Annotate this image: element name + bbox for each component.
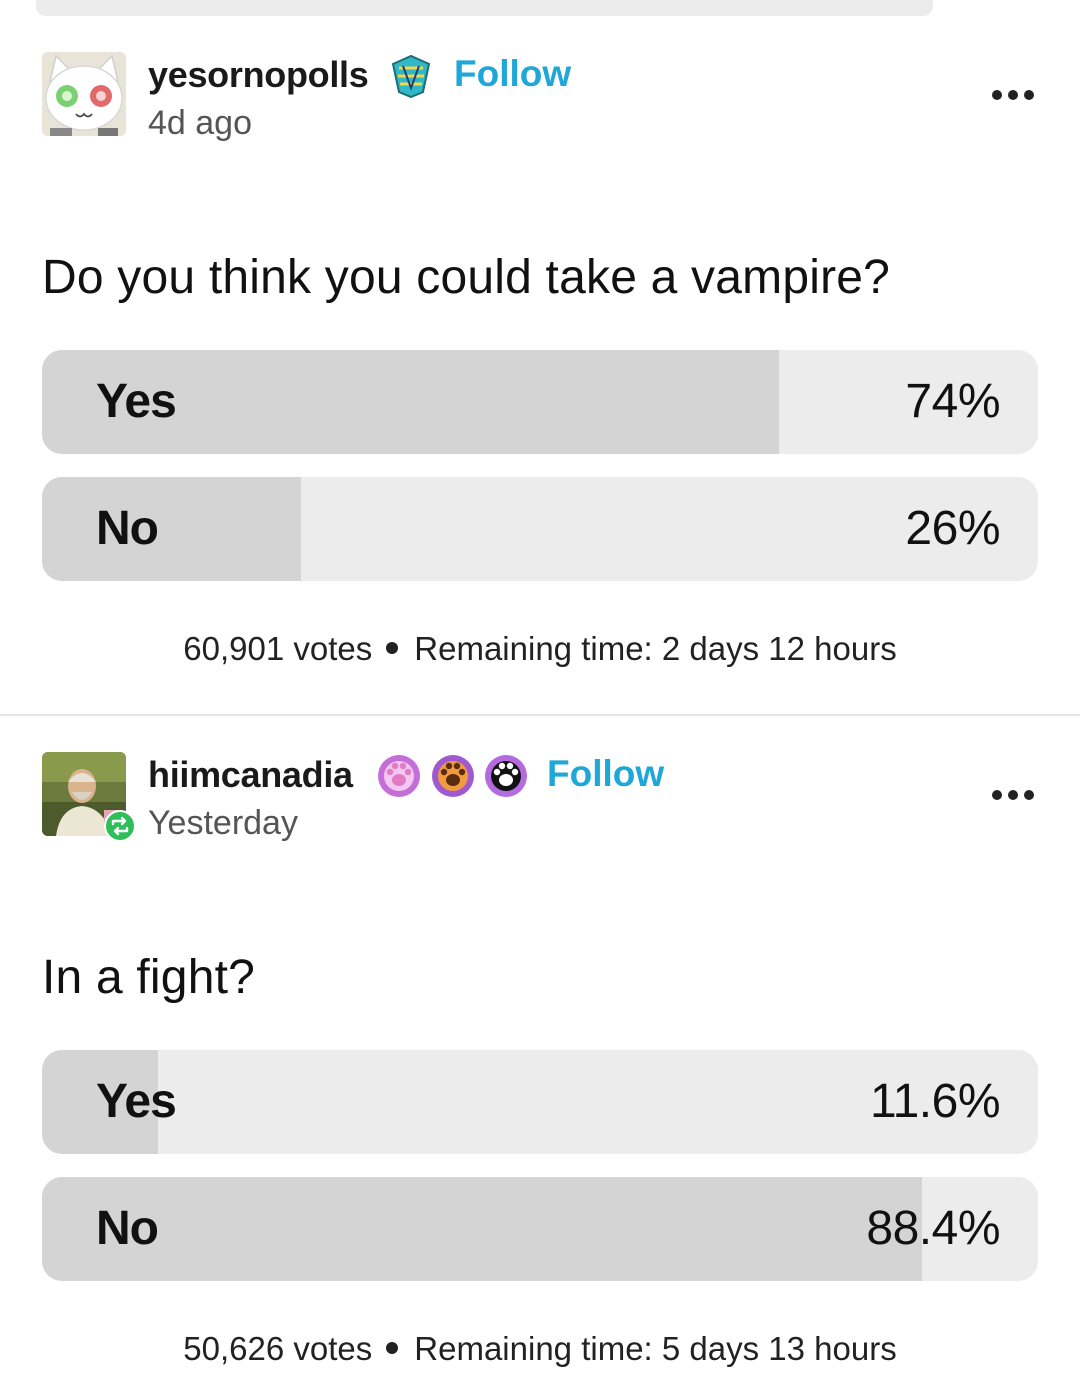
poll-question: In a fight? (42, 951, 256, 1004)
post-time[interactable]: Yesterday (148, 804, 298, 843)
option-percent: 11.6% (869, 1075, 1001, 1128)
more-options-button[interactable] (988, 786, 1038, 804)
option-result-bar (42, 477, 301, 581)
option-label: Yes (96, 1075, 177, 1128)
dot (1008, 90, 1018, 100)
more-options-button[interactable] (988, 86, 1038, 104)
dot (1008, 790, 1018, 800)
poll-option-no[interactable]: No 26% (42, 477, 1038, 581)
white-cat-avatar-icon (42, 52, 126, 136)
dot (992, 90, 1002, 100)
separator-dot (386, 1342, 399, 1355)
option-label: Yes (96, 375, 177, 428)
option-percent: 26% (905, 502, 1000, 555)
post-time[interactable]: 4d ago (148, 104, 252, 143)
dot (992, 790, 1002, 800)
poll-question: Do you think you could take a vampire? (42, 251, 891, 304)
poll-option-no[interactable]: No 88.4% (42, 1177, 1038, 1281)
separator-dot (386, 642, 399, 655)
option-result-bar (42, 1177, 923, 1281)
poll-post-1: yesornopolls Follow 4d ago Do you think … (0, 0, 1080, 714)
black-paw-badge-icon (483, 753, 529, 804)
username[interactable]: hiimcanadia (148, 754, 353, 796)
blue-jewel-badge-icon (389, 54, 433, 103)
dot (1024, 90, 1034, 100)
follow-button[interactable]: Follow (454, 53, 571, 95)
poll-meta: 50,626 votes Remaining time: 5 days 13 ho… (0, 1330, 1080, 1368)
poll-option-yes[interactable]: Yes 11.6% (42, 1050, 1038, 1154)
orange-paw-badge-icon (430, 753, 476, 804)
poll-meta: 60,901 votes Remaining time: 2 days 12 ho… (0, 630, 1080, 668)
remaining-time: Remaining time: 2 days 12 hours (414, 630, 897, 667)
username[interactable]: yesornopolls (148, 54, 369, 96)
avatar[interactable] (42, 52, 126, 136)
option-label: No (96, 502, 159, 555)
poll-option-yes[interactable]: Yes 74% (42, 350, 1038, 454)
pink-paw-badge-icon (376, 753, 422, 804)
remaining-time: Remaining time: 5 days 13 hours (414, 1330, 897, 1367)
option-percent: 88.4% (866, 1202, 1000, 1255)
option-percent: 74% (905, 375, 1000, 428)
dot (1024, 790, 1034, 800)
option-label: No (96, 1202, 159, 1255)
reblog-icon (104, 810, 136, 847)
follow-button[interactable]: Follow (547, 753, 664, 795)
vote-count: 60,901 votes (183, 630, 373, 667)
vote-count: 50,626 votes (183, 1330, 373, 1367)
poll-post-2: hiimcanadia Follow Yesterday In a fight?… (0, 716, 1080, 1389)
